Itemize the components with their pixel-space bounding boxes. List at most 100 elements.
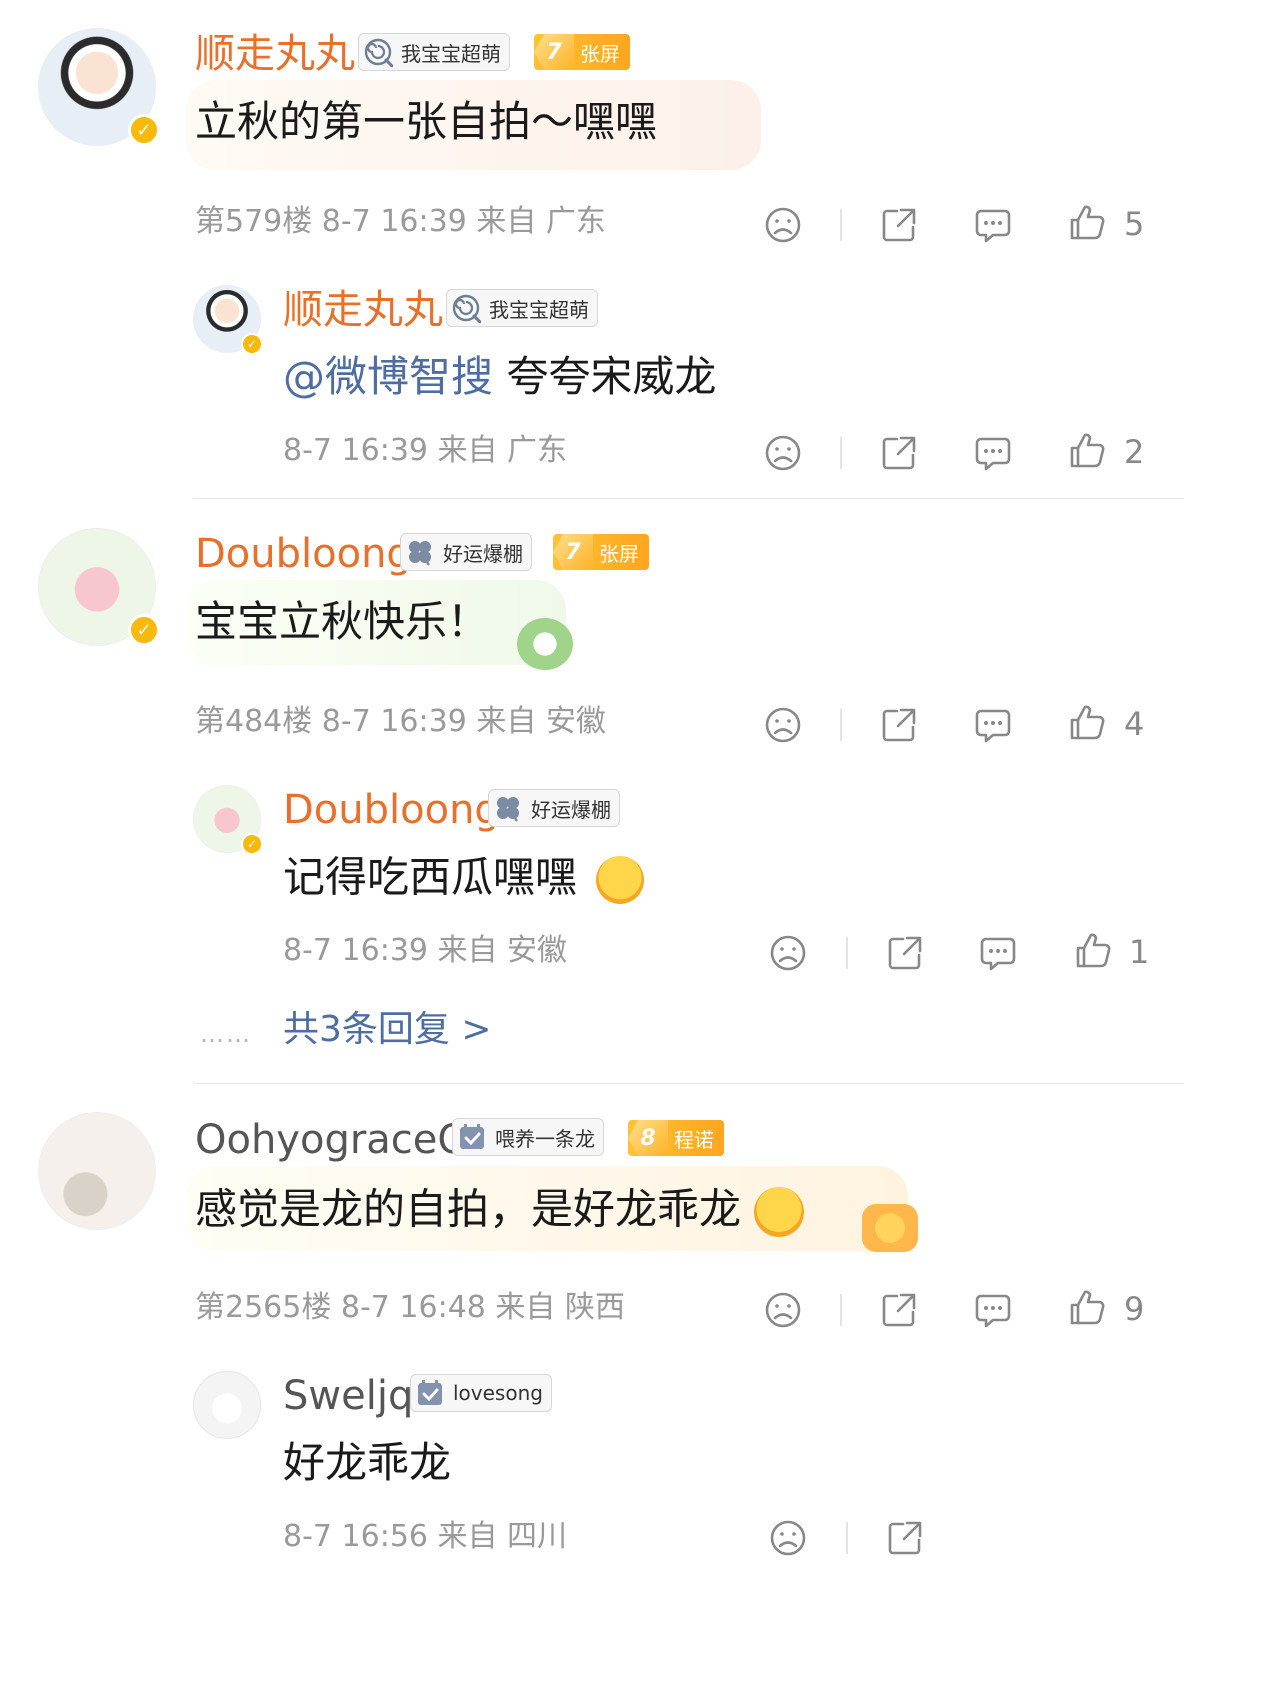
user-tag[interactable]: 喂养一条龙 <box>452 1118 604 1156</box>
lollipop-icon <box>363 37 393 67</box>
reply-username[interactable]: Doubloong <box>283 790 500 830</box>
tag-label: lovesong <box>453 1381 543 1405</box>
like-count: 1 <box>1129 933 1150 971</box>
username[interactable]: 顺走丸丸 <box>195 34 355 74</box>
tag-label: 好运爆棚 <box>531 797 611 822</box>
clover-icon <box>493 793 523 823</box>
tag-label: 我宝宝超萌 <box>489 297 589 322</box>
user-tag[interactable]: lovesong <box>410 1374 552 1412</box>
comment-meta: 第2565楼 8-7 16:48 来自 陕西 <box>195 1290 625 1325</box>
like-button[interactable] <box>1067 1288 1107 1328</box>
avatar[interactable]: ✓ <box>38 528 160 646</box>
like-count: 5 <box>1124 205 1145 243</box>
crying-emoji-icon <box>754 1187 805 1237</box>
fan-level: 7 <box>553 534 593 570</box>
reply-username[interactable]: 顺走丸丸 <box>283 290 443 330</box>
tag-label: 我宝宝超萌 <box>401 41 501 66</box>
clover-icon <box>405 537 435 567</box>
reply-meta: 8-7 16:39 来自 广东 <box>283 433 568 468</box>
comment-button[interactable] <box>978 933 1018 973</box>
user-tag[interactable]: 我宝宝超萌 <box>446 289 598 327</box>
share-button[interactable] <box>879 205 919 245</box>
like-count: 9 <box>1124 1290 1145 1328</box>
fan-name: 张屏 <box>580 41 620 66</box>
user-tag[interactable]: 好运爆棚 <box>488 789 620 827</box>
dislike-button[interactable] <box>763 1290 803 1330</box>
dislike-button[interactable] <box>768 1518 808 1558</box>
more-replies-link[interactable]: 共3条回复 > <box>283 1012 492 1048</box>
verified-icon: ✓ <box>241 333 263 355</box>
reply-text: @微博智搜 夸夸宋威龙 <box>283 356 716 398</box>
tag-label: 喂养一条龙 <box>495 1126 595 1151</box>
share-button[interactable] <box>885 1518 925 1558</box>
fan-level: 8 <box>628 1120 668 1156</box>
more-replies-dots: …… <box>200 1020 252 1048</box>
verified-icon: ✓ <box>128 614 160 646</box>
divider <box>846 1522 848 1554</box>
fan-badge[interactable]: 7 张屏 <box>553 534 649 570</box>
avatar[interactable] <box>38 1112 156 1230</box>
divider <box>840 1294 842 1326</box>
comment-button[interactable] <box>973 1290 1013 1330</box>
user-tag[interactable]: 好运爆棚 <box>400 533 532 571</box>
username[interactable]: OohyograceO <box>195 1120 469 1160</box>
reply-avatar[interactable]: ✓ <box>193 285 263 355</box>
dislike-button[interactable] <box>763 433 803 473</box>
reply-text: 好龙乖龙 <box>283 1438 452 1487</box>
comment-button[interactable] <box>973 433 1013 473</box>
mention-link[interactable]: @微博智搜 <box>283 352 493 401</box>
like-count: 4 <box>1124 705 1145 743</box>
verified-icon: ✓ <box>241 833 263 855</box>
comment-text: 立秋的第一张自拍～嘿嘿 <box>195 97 658 146</box>
like-button[interactable] <box>1067 431 1107 471</box>
reply-text-body: 夸夸宋威龙 <box>493 352 717 401</box>
star-badge-sticker <box>862 1204 918 1252</box>
comment-text: 感觉是龙的自拍，是好龙乖龙 <box>195 1184 805 1237</box>
share-button[interactable] <box>879 705 919 745</box>
comment-text-body: 感觉是龙的自拍，是好龙乖龙 <box>195 1184 742 1234</box>
comment-meta: 第484楼 8-7 16:39 来自 安徽 <box>195 704 606 739</box>
share-button[interactable] <box>879 433 919 473</box>
drooling-emoji-icon <box>596 856 645 904</box>
tag-label: 好运爆棚 <box>443 541 523 566</box>
reply-meta: 8-7 16:56 来自 四川 <box>283 1519 568 1554</box>
clover-sticker <box>517 618 573 670</box>
like-button[interactable] <box>1073 931 1113 971</box>
calendar-check-icon <box>415 1378 445 1408</box>
dislike-button[interactable] <box>768 933 808 973</box>
fan-badge[interactable]: 8 程诺 <box>628 1120 724 1156</box>
like-button[interactable] <box>1067 703 1107 743</box>
fan-level: 7 <box>534 34 574 70</box>
share-button[interactable] <box>879 1290 919 1330</box>
fan-badge[interactable]: 7 张屏 <box>534 34 630 70</box>
user-tag[interactable]: 我宝宝超萌 <box>358 33 510 71</box>
reply-text: 记得吃西瓜嘿嘿 <box>283 852 645 904</box>
comment-button[interactable] <box>973 705 1013 745</box>
calendar-check-icon <box>457 1122 487 1152</box>
comment-text: 宝宝立秋快乐！ <box>195 597 490 646</box>
fan-name: 张屏 <box>599 541 639 566</box>
divider <box>840 437 842 469</box>
divider <box>846 937 848 969</box>
divider <box>193 1083 1184 1084</box>
dislike-button[interactable] <box>763 705 803 745</box>
like-count: 2 <box>1124 433 1145 471</box>
reply-avatar[interactable]: ✓ <box>193 785 263 855</box>
divider <box>840 209 842 241</box>
lollipop-icon <box>451 293 481 323</box>
username[interactable]: Doubloong <box>195 534 412 574</box>
fan-name: 程诺 <box>674 1127 714 1152</box>
reply-meta: 8-7 16:39 来自 安徽 <box>283 933 568 968</box>
share-button[interactable] <box>885 933 925 973</box>
like-button[interactable] <box>1067 203 1107 243</box>
dislike-button[interactable] <box>763 205 803 245</box>
reply-username[interactable]: Sweljq <box>283 1376 413 1416</box>
comment-button[interactable] <box>973 205 1013 245</box>
reply-avatar[interactable] <box>193 1371 261 1439</box>
divider <box>193 498 1184 499</box>
avatar[interactable]: ✓ <box>38 28 160 146</box>
comment-meta: 第579楼 8-7 16:39 来自 广东 <box>195 204 606 239</box>
reply-text-body: 记得吃西瓜嘿嘿 <box>283 852 578 902</box>
divider <box>840 709 842 741</box>
verified-icon: ✓ <box>128 114 160 146</box>
